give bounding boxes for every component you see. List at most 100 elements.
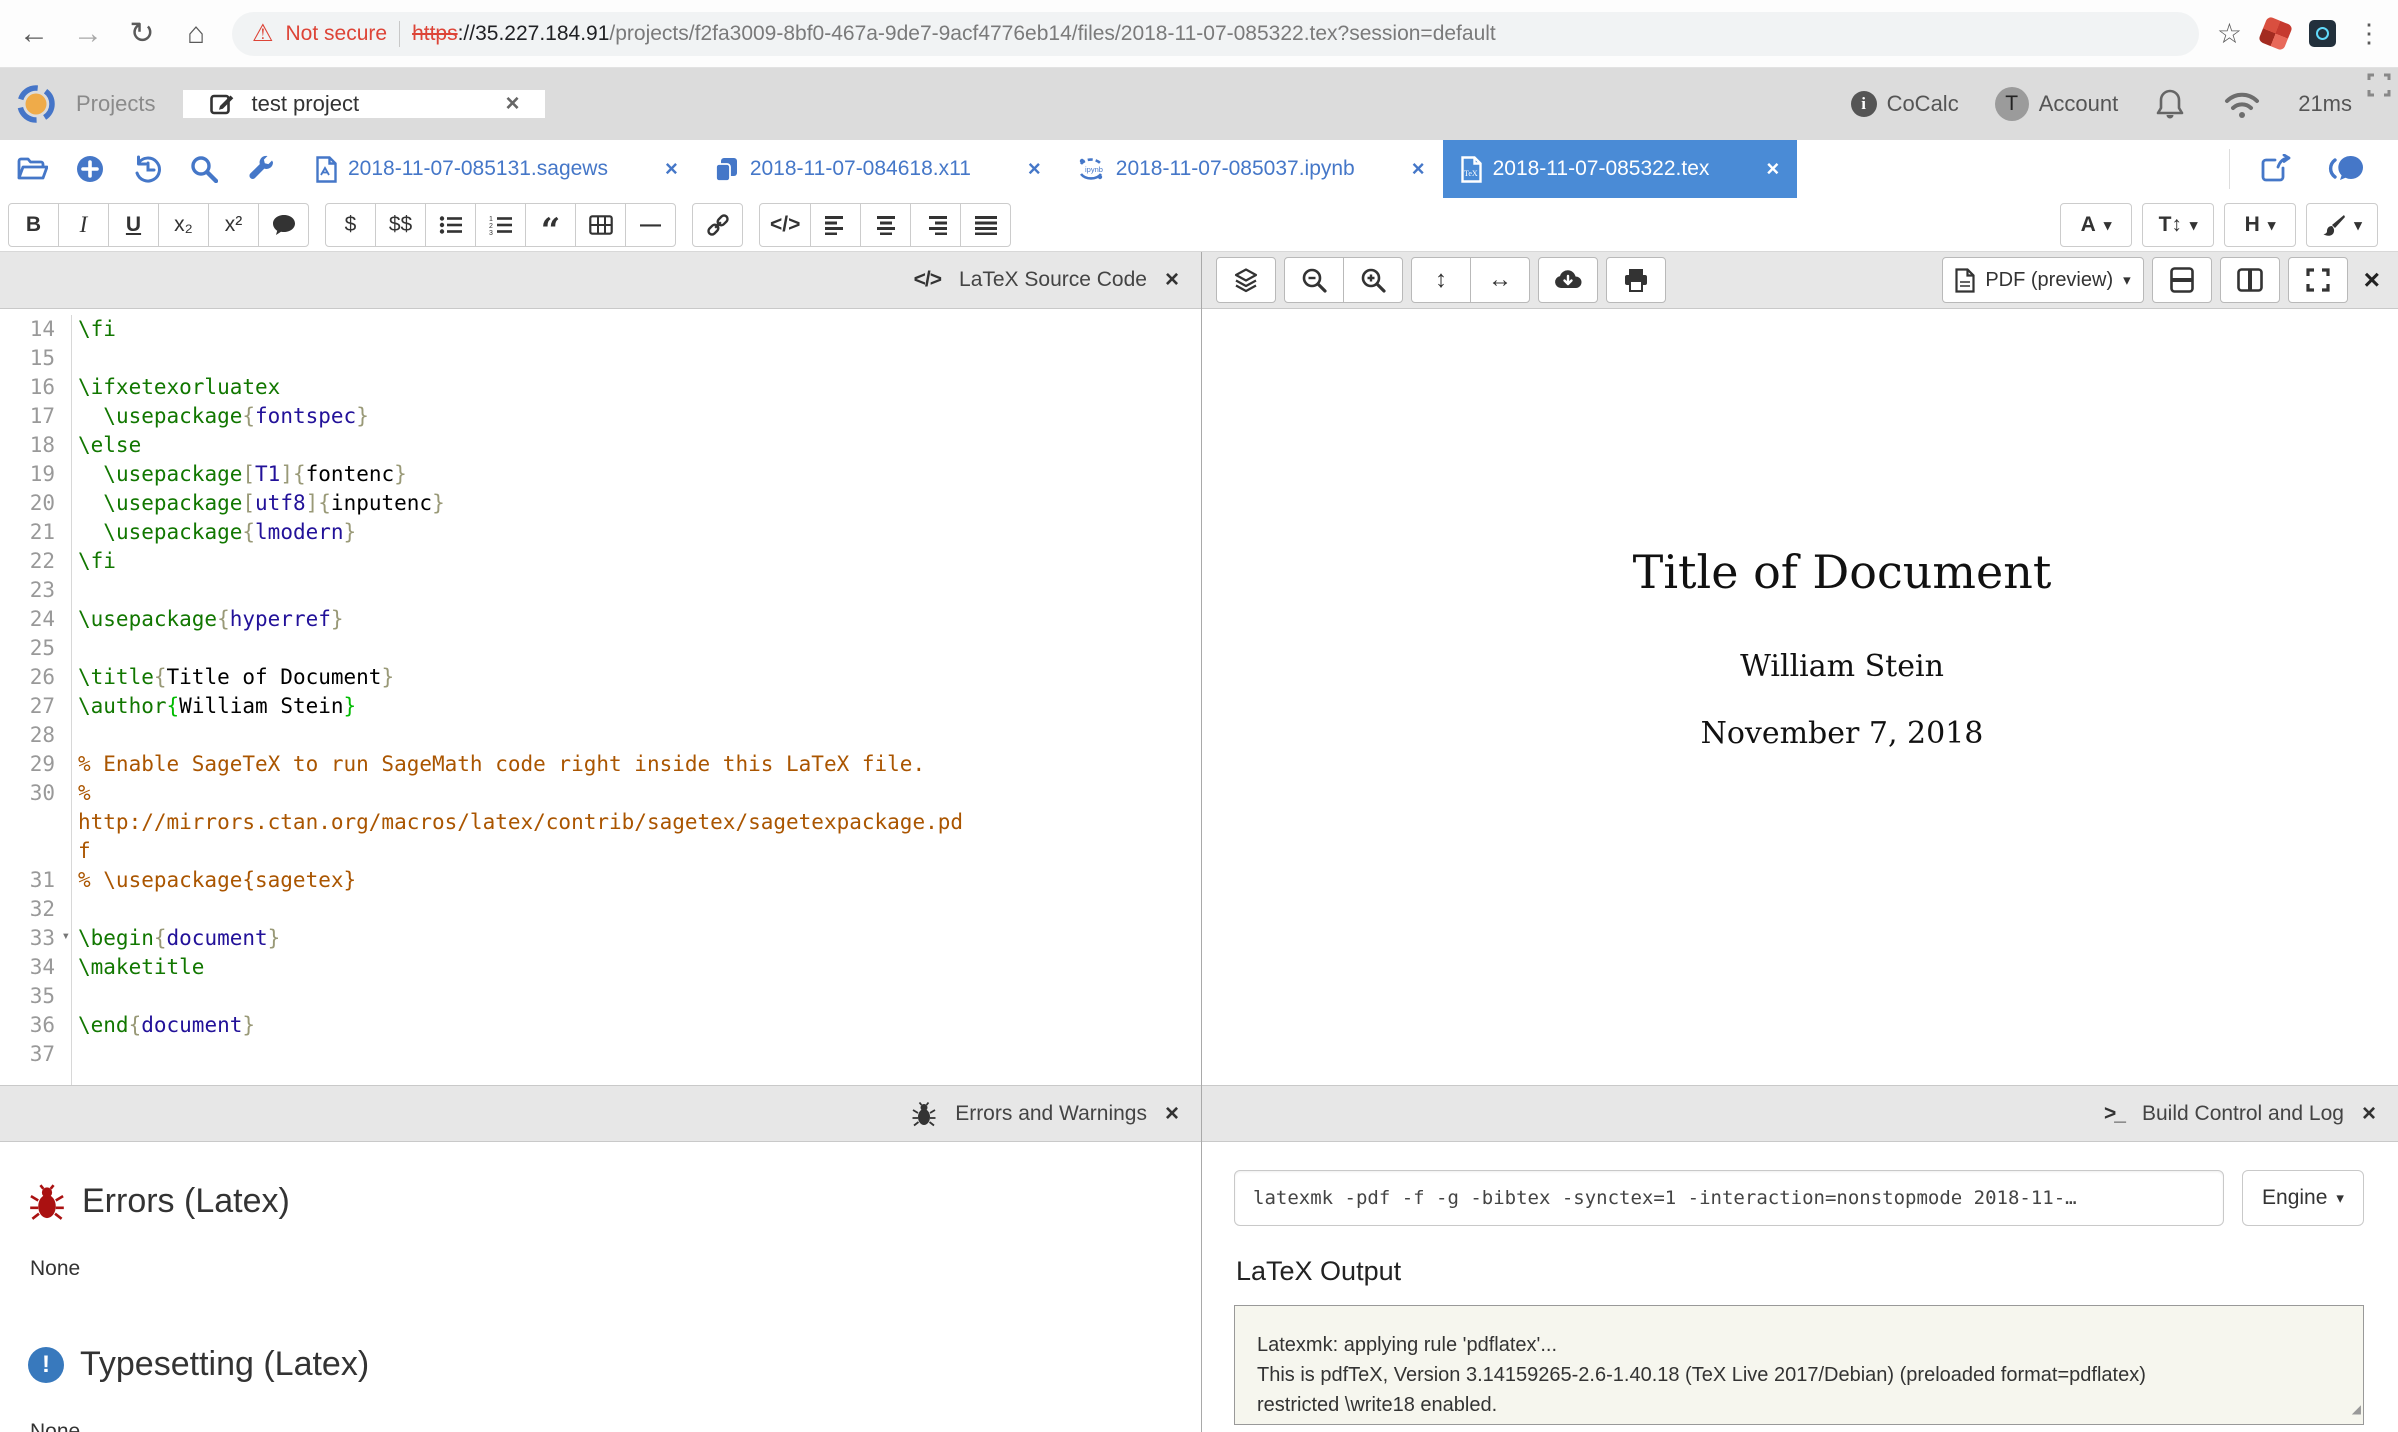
code-line[interactable]: 35 (0, 982, 1201, 1011)
split-horizontal-button[interactable] (2152, 257, 2212, 303)
engine-dropdown[interactable]: Engine ▾ (2242, 1170, 2364, 1226)
code-text[interactable]: % Enable SageTeX to run SageMath code ri… (72, 750, 968, 779)
code-line[interactable]: 31% \usepackage{sagetex} (0, 866, 1201, 895)
align-center-button[interactable] (860, 203, 911, 247)
open-folder-icon[interactable] (16, 156, 48, 182)
tab-close-icon[interactable]: × (1412, 156, 1425, 182)
code-line[interactable]: 19 \usepackage[T1]{fontenc} (0, 460, 1201, 489)
code-text[interactable]: \maketitle (72, 953, 968, 982)
align-right-button[interactable] (910, 203, 961, 247)
code-text[interactable]: \usepackage{lmodern} (72, 518, 968, 547)
build-command-input[interactable]: latexmk -pdf -f -g -bibtex -synctex=1 -i… (1234, 1170, 2224, 1226)
font-color-dropdown[interactable]: A▾ (2060, 203, 2132, 247)
code-text[interactable]: \begin{document} (72, 924, 968, 953)
inline-math-button[interactable]: $ (325, 203, 376, 247)
share-icon[interactable] (2260, 154, 2292, 184)
forward-icon[interactable]: → (70, 19, 106, 49)
chat-icon[interactable] (2326, 154, 2364, 184)
code-line[interactable]: 28 (0, 721, 1201, 750)
align-left-button[interactable] (810, 203, 861, 247)
browser-menu-icon[interactable]: ⋮ (2356, 18, 2382, 49)
code-line[interactable]: 16\ifxetexorluatex (0, 373, 1201, 402)
code-text[interactable]: \ifxetexorluatex (72, 373, 968, 402)
code-text[interactable] (72, 344, 968, 373)
code-text[interactable]: % http://mirrors.ctan.org/macros/latex/c… (72, 779, 968, 866)
heading-dropdown[interactable]: H▾ (2224, 203, 2296, 247)
fullscreen-button[interactable] (2288, 257, 2348, 303)
pdf-preview[interactable]: Title of Document William Stein November… (1202, 309, 2398, 1085)
code-text[interactable]: % \usepackage{sagetex} (72, 866, 968, 895)
code-line[interactable]: 15 (0, 344, 1201, 373)
address-bar[interactable]: ⚠ Not secure https://35.227.184.91/proje… (232, 12, 2199, 56)
code-line[interactable]: 30% http://mirrors.ctan.org/macros/latex… (0, 779, 1201, 866)
code-text[interactable]: \author{William Stein} (72, 692, 968, 721)
code-text[interactable]: \fi (72, 315, 968, 344)
horizontal-rule-button[interactable]: — (625, 203, 676, 247)
code-text[interactable]: \usepackage{fontspec} (72, 402, 968, 431)
code-line[interactable]: 32 (0, 895, 1201, 924)
bookmark-star-icon[interactable]: ☆ (2217, 17, 2242, 50)
notifications-bell-icon[interactable] (2154, 87, 2186, 121)
extension-react-icon[interactable] (2309, 20, 2336, 47)
back-icon[interactable]: ← (16, 19, 52, 49)
preview-mode-dropdown[interactable]: PDF (preview) ▾ (1942, 257, 2143, 303)
font-size-dropdown[interactable]: T↕▾ (2142, 203, 2214, 247)
tab-close-icon[interactable]: × (1766, 156, 1779, 182)
fit-width-button[interactable]: ↔ (1470, 257, 1530, 303)
blockquote-button[interactable]: “ (525, 203, 576, 247)
bold-button[interactable]: B (8, 203, 59, 247)
bullet-list-button[interactable] (425, 203, 476, 247)
code-line[interactable]: 17 \usepackage{fontspec} (0, 402, 1201, 431)
fit-height-button[interactable]: ↕ (1411, 257, 1471, 303)
account-item[interactable]: T Account (1995, 87, 2119, 121)
code-line[interactable]: 27\author{William Stein} (0, 692, 1201, 721)
numbered-list-button[interactable]: 1 2 3 (475, 203, 526, 247)
cocalc-logo-icon[interactable] (16, 84, 56, 124)
history-icon[interactable] (132, 155, 162, 183)
tab-close-icon[interactable]: × (665, 156, 678, 182)
resize-handle-icon[interactable]: ◢ (2352, 1394, 2361, 1424)
subscript-button[interactable]: x₂ (158, 203, 209, 247)
display-math-button[interactable]: $$ (375, 203, 426, 247)
link-button[interactable] (692, 203, 743, 247)
code-text[interactable] (72, 982, 968, 1011)
new-file-plus-icon[interactable] (76, 155, 104, 183)
code-line[interactable]: 33▾\begin{document} (0, 924, 1201, 953)
project-tab-close-icon[interactable]: × (505, 90, 519, 118)
superscript-button[interactable]: x² (208, 203, 259, 247)
wrench-icon[interactable] (246, 154, 276, 184)
latex-output-log[interactable]: ◢ Latexmk: applying rule 'pdflatex'...Th… (1234, 1305, 2364, 1425)
extension-pinwheel-icon[interactable] (2258, 16, 2293, 51)
search-icon[interactable] (190, 155, 218, 183)
code-line[interactable]: 14\fi (0, 315, 1201, 344)
code-line[interactable]: 22\fi (0, 547, 1201, 576)
print-button[interactable] (1606, 257, 1666, 303)
errors-panel-close-icon[interactable]: × (1165, 1102, 1179, 1126)
code-line[interactable]: 21 \usepackage{lmodern} (0, 518, 1201, 547)
comment-button[interactable] (258, 203, 309, 247)
code-line[interactable]: 34\maketitle (0, 953, 1201, 982)
format-brush-dropdown[interactable]: ▾ (2306, 203, 2378, 247)
code-line[interactable]: 20 \usepackage[utf8]{inputenc} (0, 489, 1201, 518)
download-button[interactable] (1538, 257, 1598, 303)
fold-caret-icon[interactable]: ▾ (62, 929, 70, 943)
file-tab-ipynb[interactable]: ipynb 2018-11-07-085037.ipynb × (1059, 140, 1443, 198)
code-text[interactable]: \title{Title of Document} (72, 663, 968, 692)
code-editor[interactable]: 14\fi1516\ifxetexorluatex17 \usepackage{… (0, 309, 1201, 1085)
file-tab-tex-active[interactable]: TeX 2018-11-07-085322.tex × (1443, 140, 1798, 198)
code-line[interactable]: 36\end{document} (0, 1011, 1201, 1040)
table-button[interactable] (575, 203, 626, 247)
italic-button[interactable]: I (58, 203, 109, 247)
code-text[interactable]: \usepackage[utf8]{inputenc} (72, 489, 968, 518)
file-tab-x11[interactable]: 2018-11-07-084618.x11 × (696, 140, 1059, 198)
connection-wifi-icon[interactable] (2222, 89, 2262, 119)
code-line[interactable]: 18\else (0, 431, 1201, 460)
home-icon[interactable]: ⌂ (178, 19, 214, 49)
zoom-in-button[interactable] (1343, 257, 1403, 303)
code-text[interactable] (72, 576, 968, 605)
code-line[interactable]: 26\title{Title of Document} (0, 663, 1201, 692)
code-text[interactable]: \end{document} (72, 1011, 968, 1040)
underline-button[interactable]: U (108, 203, 159, 247)
code-text[interactable]: \usepackage{hyperref} (72, 605, 968, 634)
zoom-out-button[interactable] (1284, 257, 1344, 303)
